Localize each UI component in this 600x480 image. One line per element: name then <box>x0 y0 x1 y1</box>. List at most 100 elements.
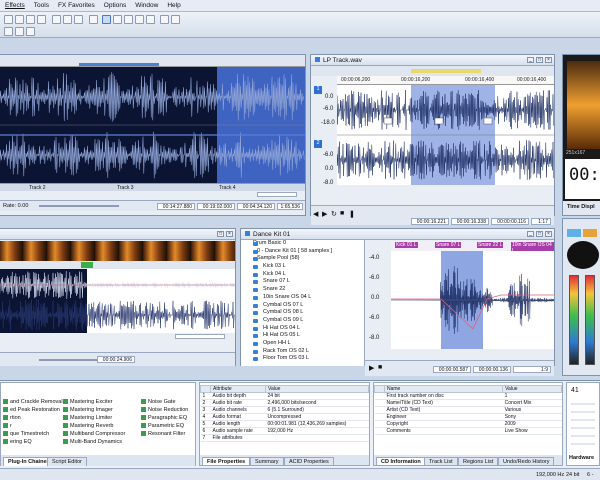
table-row[interactable]: 1 Audio bit depth 24 bit <box>200 392 369 400</box>
tab-summary[interactable]: Summary <box>250 457 284 465</box>
loop-play-icon[interactable]: ↻ <box>331 210 337 218</box>
plugin-item[interactable]: Multi-Band Dynamics <box>63 439 122 445</box>
lp-ruler[interactable]: 00:00:06,200 00:00:16,200 00:00:16,400 0… <box>337 76 554 85</box>
table-row[interactable]: Artist (CD Text) Various <box>374 406 562 414</box>
marker-label[interactable]: Snare 22 L <box>477 242 504 248</box>
marker-label[interactable]: Kick 01 L <box>395 242 418 248</box>
sample-item[interactable]: Rack Tom OS 02 L <box>241 348 364 356</box>
table-row[interactable]: 7 File attributes <box>200 434 369 442</box>
plugin-item[interactable]: que Timestretch <box>3 431 49 437</box>
stop-icon[interactable]: ■ <box>378 364 382 371</box>
marker-flag-icon[interactable] <box>87 262 93 268</box>
rate-slider[interactable] <box>39 205 119 207</box>
plugin-item[interactable]: Mastering Reverb <box>63 423 113 429</box>
dance-kit-titlebar[interactable]: Dance Kit 01 _ □ × <box>241 229 554 240</box>
close-button[interactable]: × <box>226 231 233 237</box>
table-row[interactable]: Comments Live Show <box>374 427 562 435</box>
sample-item[interactable]: Cymbal OS 07 L <box>241 302 364 310</box>
sample-item[interactable]: Snare 07 L <box>241 278 364 286</box>
hardware-list[interactable] <box>571 397 595 447</box>
channel-2-button[interactable]: 2 <box>314 140 322 148</box>
tab-cd-information[interactable]: CD Information <box>376 457 426 465</box>
meter-button[interactable] <box>583 229 597 237</box>
tab-regions-list[interactable]: Regions List <box>458 457 499 465</box>
table-row[interactable]: 3 Audio channels 6 (5.1 Surround) <box>200 406 369 414</box>
sample-item[interactable]: Cymbal OS 09 L <box>241 317 364 325</box>
play-icon[interactable]: ▶ <box>322 210 327 218</box>
table-row[interactable]: Copyright 2009 <box>374 420 562 428</box>
scrub-slider[interactable] <box>39 359 99 361</box>
maximize-button[interactable]: □ <box>536 231 543 237</box>
kit-sel-length[interactable]: 00:00:00.136 <box>473 366 511 373</box>
selection-start[interactable]: 00:14:27.880 <box>157 203 195 210</box>
tab-track-list[interactable]: Track List <box>424 457 458 465</box>
pencil-tool-icon[interactable] <box>124 15 133 24</box>
undo-icon[interactable] <box>63 15 72 24</box>
marker-icon[interactable] <box>26 27 35 36</box>
play-icon[interactable]: ▶ <box>369 364 374 372</box>
table-row[interactable]: Name/Title (CD Text) Concert Mix <box>374 399 562 407</box>
menu-tools[interactable]: Tools <box>29 0 53 9</box>
tab-file-properties[interactable]: File Properties <box>202 457 251 465</box>
menu-window[interactable]: Window <box>130 0 162 9</box>
tree-kit-file[interactable]: 0 - Dance Kit 01 [ 58 samples ] <box>241 248 364 256</box>
video-editor-titlebar[interactable]: □ × <box>0 229 235 240</box>
timeline-ruler[interactable] <box>0 55 305 67</box>
plugin-item[interactable]: ering EQ <box>3 439 32 445</box>
minimize-button[interactable]: _ <box>527 57 534 63</box>
plugin-item[interactable]: Paragraphic EQ <box>141 415 187 421</box>
plugin-item[interactable]: Parametric EQ <box>141 423 184 429</box>
menu-help[interactable]: Help <box>162 0 184 9</box>
menu-options[interactable]: Options <box>99 0 130 9</box>
video-scroll[interactable] <box>0 333 235 341</box>
sample-item[interactable]: Open HH L <box>241 340 364 348</box>
copy-icon[interactable] <box>89 15 98 24</box>
plugin-item[interactable]: Mastering Exciter <box>63 399 113 405</box>
open-icon[interactable] <box>15 15 24 24</box>
lp-zoom[interactable]: 1:17 <box>531 218 551 225</box>
table-row[interactable]: First track number on disc 1 <box>374 392 562 400</box>
col-header-attribute[interactable]: Attribute <box>210 385 266 393</box>
maximize-button[interactable]: □ <box>536 57 543 63</box>
channel-1-button[interactable]: 1 <box>314 86 322 94</box>
zoom-slider[interactable] <box>175 334 225 339</box>
maximize-button[interactable]: □ <box>217 231 224 237</box>
zoom-ratio[interactable]: 1:65,536 <box>277 203 303 210</box>
lp-sel-length[interactable]: 00:00:00.116 <box>491 218 529 225</box>
tree-sample-pool[interactable]: Sample Pool (58) <box>241 255 364 263</box>
selection-end[interactable]: 00:19:02.000 <box>197 203 235 210</box>
close-button[interactable]: × <box>545 231 552 237</box>
sample-item[interactable]: 10in Snare OS 04 L <box>241 294 364 302</box>
envelope-tool-icon[interactable] <box>135 15 144 24</box>
tab-acid-properties[interactable]: ACID Properties <box>284 457 334 465</box>
col-header-name[interactable]: Name <box>383 385 504 393</box>
save-icon[interactable] <box>26 15 35 24</box>
video-time[interactable]: 00:00:24.906 <box>97 356 135 363</box>
sample-item[interactable]: Hi Hat OS 04 L <box>241 325 364 333</box>
marker-label[interactable]: Snare 07 L <box>435 242 462 248</box>
tab-script-editor[interactable]: Script Editor <box>47 457 87 466</box>
zoom-slider[interactable] <box>257 192 297 197</box>
plugin-item[interactable]: Mastering Imager <box>63 407 113 413</box>
cut-icon[interactable] <box>52 15 61 24</box>
overview-bar[interactable] <box>79 63 159 66</box>
lp-waveform[interactable] <box>337 85 554 185</box>
stop-icon[interactable]: ■ <box>340 210 344 217</box>
table-row[interactable]: 5 Audio length 00:00:01.981 (12,436,269 sa… <box>200 420 369 428</box>
sample-item[interactable]: Kick 04 L <box>241 271 364 279</box>
plugin-item[interactable]: Resonant Filter <box>141 431 185 437</box>
time-display-label[interactable]: Time Displ <box>567 204 595 210</box>
meter-button[interactable] <box>567 229 581 237</box>
hardware-label[interactable]: Hardware <box>569 455 594 461</box>
minimize-button[interactable]: _ <box>527 231 534 237</box>
sample-item[interactable]: Floor Tom OS 03 L <box>241 355 364 363</box>
rewind-icon[interactable]: ◀ <box>313 210 318 218</box>
record-icon[interactable] <box>15 27 24 36</box>
plugin-item[interactable]: Mastering Limiter <box>63 415 112 421</box>
sample-item[interactable]: Snare 22 <box>241 286 364 294</box>
trim-tool-icon[interactable] <box>146 15 155 24</box>
edit-tool-icon[interactable] <box>102 15 111 24</box>
selection-length[interactable]: 00:04:34.120 <box>237 203 275 210</box>
col-header-value[interactable]: Value <box>502 385 562 393</box>
multitrack-waveform[interactable] <box>0 67 305 183</box>
